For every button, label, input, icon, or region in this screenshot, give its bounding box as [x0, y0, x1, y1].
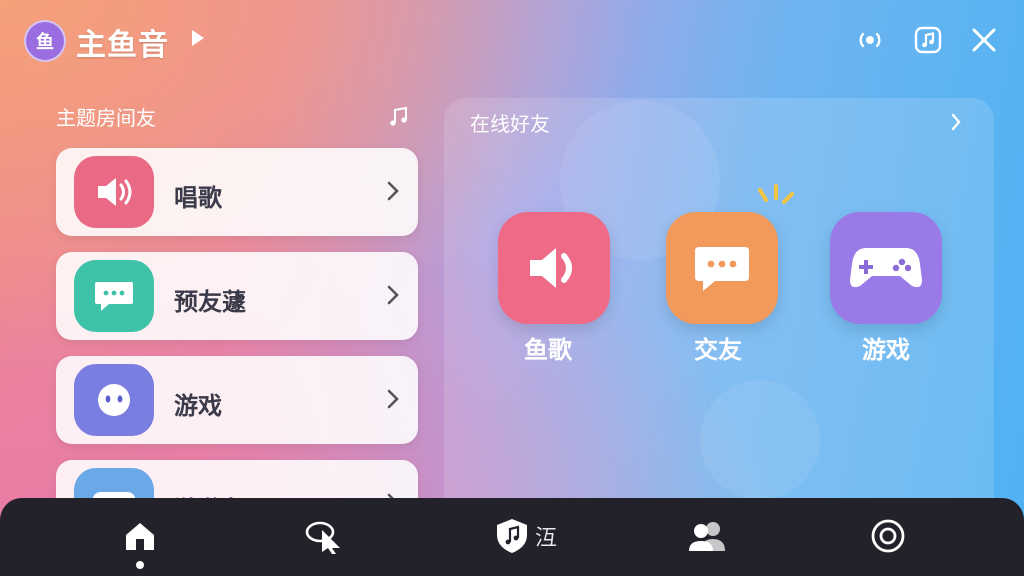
left-list-item-friends[interactable]: 预友蘧	[56, 252, 418, 340]
app-avatar-badge[interactable]: 鱼	[24, 20, 66, 62]
close-icon[interactable]	[966, 22, 1002, 58]
tile-label: 鱼歌	[524, 336, 572, 364]
chevron-right-icon	[387, 181, 399, 201]
active-indicator-dot	[136, 561, 144, 569]
play-arrow-icon[interactable]	[190, 28, 206, 48]
cursor-icon	[305, 521, 340, 554]
left-list-item-label: 游戏	[174, 392, 222, 420]
header: 鱼 主鱼音	[0, 0, 1024, 80]
chat-bubble-icon	[695, 247, 749, 291]
broadcast-icon[interactable]	[852, 22, 888, 58]
target-icon	[871, 519, 905, 553]
tile-label: 交友	[694, 336, 742, 364]
nav-friends[interactable]	[682, 516, 732, 556]
friends-icon	[689, 522, 725, 551]
left-section-title: 主题房间友	[56, 106, 156, 130]
left-list-item-label: 唱歌	[174, 184, 222, 212]
home-icon	[126, 523, 154, 550]
nav-music[interactable]: 沍	[478, 516, 574, 556]
music-note-box-icon[interactable]	[910, 22, 946, 58]
tile-make-friends[interactable]	[666, 212, 778, 324]
left-list-item-game[interactable]: 游戏	[56, 356, 418, 444]
speaker-icon	[74, 156, 154, 228]
tile-label: 游戏	[862, 336, 910, 364]
tile-sing[interactable]	[498, 212, 610, 324]
left-list-item-sing[interactable]: 唱歌	[56, 148, 418, 236]
tile-game[interactable]	[830, 212, 942, 324]
music-shield-icon	[496, 519, 527, 553]
chat-bubble-icon	[74, 260, 154, 332]
face-icon	[74, 364, 154, 436]
nav-home[interactable]	[116, 516, 164, 556]
app-title: 主鱼音	[76, 28, 169, 63]
nav-discover[interactable]	[300, 516, 348, 556]
nav-profile[interactable]	[866, 516, 910, 556]
gamepad-icon	[850, 248, 922, 288]
nav-music-label: 沍	[534, 526, 557, 551]
chevron-right-icon	[387, 285, 399, 305]
speaker-icon	[530, 248, 572, 288]
chevron-right-icon[interactable]	[950, 112, 962, 132]
bottom-navigation-bar: 沍	[0, 498, 1024, 576]
right-section-title: 在线好友	[470, 112, 550, 136]
left-list-item-label: 预友蘧	[174, 288, 246, 316]
chevron-right-icon	[387, 389, 399, 409]
music-note-icon[interactable]	[388, 106, 410, 128]
